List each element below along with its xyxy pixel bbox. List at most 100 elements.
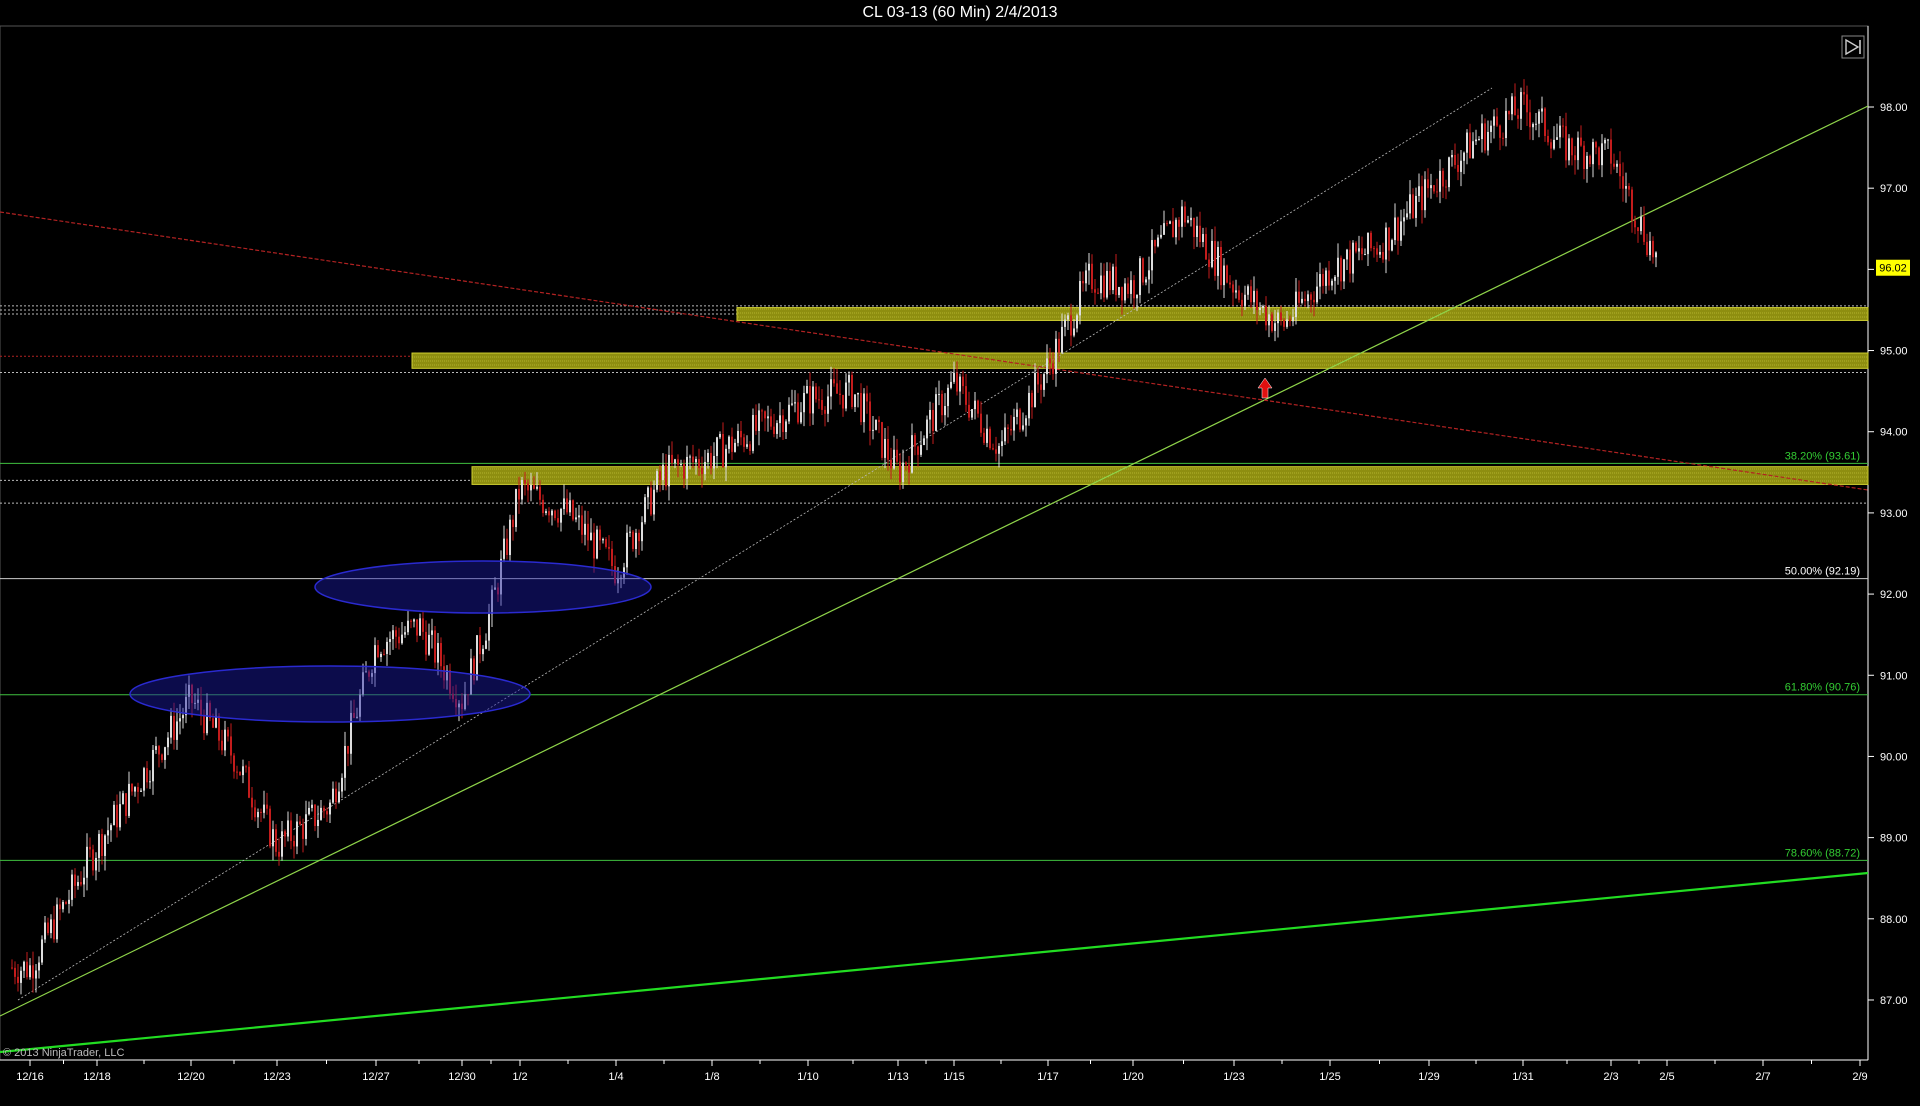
y-tick-label: 94.00 [1880, 427, 1908, 439]
price-bar [566, 489, 568, 515]
price-bar [1637, 227, 1639, 243]
price-bar [980, 401, 982, 437]
price-bar [554, 509, 556, 521]
price-bar [629, 526, 631, 538]
y-tick-label: 90.00 [1880, 751, 1908, 763]
highlight-ellipse [129, 665, 531, 723]
price-bar [1502, 132, 1504, 146]
price-bar [1628, 183, 1630, 197]
price-bar [1112, 263, 1114, 295]
fib-level-label: 61.80% (90.76) [1785, 682, 1860, 694]
price-bar [377, 639, 379, 659]
price-bar [137, 782, 139, 804]
price-bar [1214, 226, 1216, 281]
fib-level-label: 50.00% (92.19) [1785, 566, 1860, 578]
price-bar [746, 435, 748, 449]
price-bar [944, 393, 946, 426]
price-bar [1166, 220, 1168, 227]
price-bar [401, 621, 403, 645]
skip-to-end-icon[interactable] [1841, 35, 1865, 59]
price-bar [512, 515, 514, 541]
price-bar [1037, 367, 1039, 393]
price-bar [1352, 240, 1354, 283]
price-bar [1538, 109, 1540, 138]
price-bar [329, 799, 331, 823]
price-bar [80, 871, 82, 887]
price-bar [1103, 263, 1105, 303]
price-bar [608, 535, 610, 561]
price-bar [596, 525, 598, 560]
price-bar [227, 727, 229, 742]
price-bar [380, 651, 382, 662]
price-bar [1553, 126, 1555, 151]
price-bar [884, 427, 886, 469]
price-bar [794, 390, 796, 413]
x-tick-label: 2/3 [1603, 1071, 1618, 1083]
price-bar [1046, 344, 1048, 384]
price-bar [929, 401, 931, 434]
price-bar [170, 708, 172, 744]
price-bar [308, 801, 310, 816]
price-bar [875, 419, 877, 431]
price-bar [1232, 280, 1234, 306]
price-bar [413, 618, 415, 628]
price-bar [965, 373, 967, 413]
last-price-badge: 96.02 [1876, 259, 1910, 276]
price-zone [471, 466, 1869, 485]
price-bar [1430, 173, 1432, 199]
price-bar [863, 388, 865, 433]
price-bar [1406, 201, 1408, 220]
x-tick-label: 2/7 [1755, 1071, 1770, 1083]
price-bar [86, 833, 88, 891]
price-bar [548, 507, 550, 523]
price-bar [155, 736, 157, 754]
x-tick-label: 1/20 [1122, 1071, 1143, 1083]
price-bar [1001, 430, 1003, 457]
price-bar [749, 441, 751, 455]
price-bar [971, 408, 973, 421]
price-chart[interactable]: 38.20% (93.61) 50.00% (92.19) 61.80% (90.7… [0, 0, 1920, 1106]
price-bar [1529, 99, 1531, 140]
price-bar [146, 761, 148, 789]
price-bar [503, 525, 505, 563]
price-bar [1400, 209, 1402, 247]
price-bar [1595, 140, 1597, 155]
price-bar [1631, 186, 1633, 233]
price-bar [920, 431, 922, 458]
highlight-ellipse [314, 560, 652, 614]
x-tick-label: 12/27 [362, 1071, 390, 1083]
price-bar [1517, 108, 1519, 129]
price-bar [95, 852, 97, 881]
price-bar [1457, 153, 1459, 181]
price-bar [1022, 412, 1024, 432]
price-bar [164, 746, 166, 769]
price-bar [1250, 279, 1252, 309]
price-bar [305, 800, 307, 846]
price-bar [1655, 251, 1657, 268]
price-bar [1208, 253, 1210, 279]
price-bars [11, 79, 1657, 995]
price-bar [866, 385, 868, 414]
y-tick-label: 91.00 [1880, 670, 1908, 682]
price-bar [1490, 120, 1492, 144]
fib-level-label: 38.20% (93.61) [1785, 450, 1860, 462]
price-bar [1076, 313, 1078, 333]
price-bar [131, 783, 133, 796]
price-bar [800, 402, 802, 425]
price-bar [167, 732, 169, 756]
price-bar [1205, 227, 1207, 260]
price-bar [770, 408, 772, 430]
price-bar [278, 838, 280, 866]
x-tick-label: 1/29 [1418, 1071, 1439, 1083]
price-bar [584, 510, 586, 546]
price-bar [1571, 137, 1573, 166]
price-bar [1445, 179, 1447, 200]
price-bar [1424, 171, 1426, 218]
price-bar [389, 631, 391, 655]
price-bar [143, 766, 145, 797]
price-bar [1481, 114, 1483, 153]
price-bar [1184, 201, 1186, 227]
price-bar [1607, 138, 1609, 149]
price-bar [1040, 374, 1042, 404]
price-bar [431, 618, 433, 649]
